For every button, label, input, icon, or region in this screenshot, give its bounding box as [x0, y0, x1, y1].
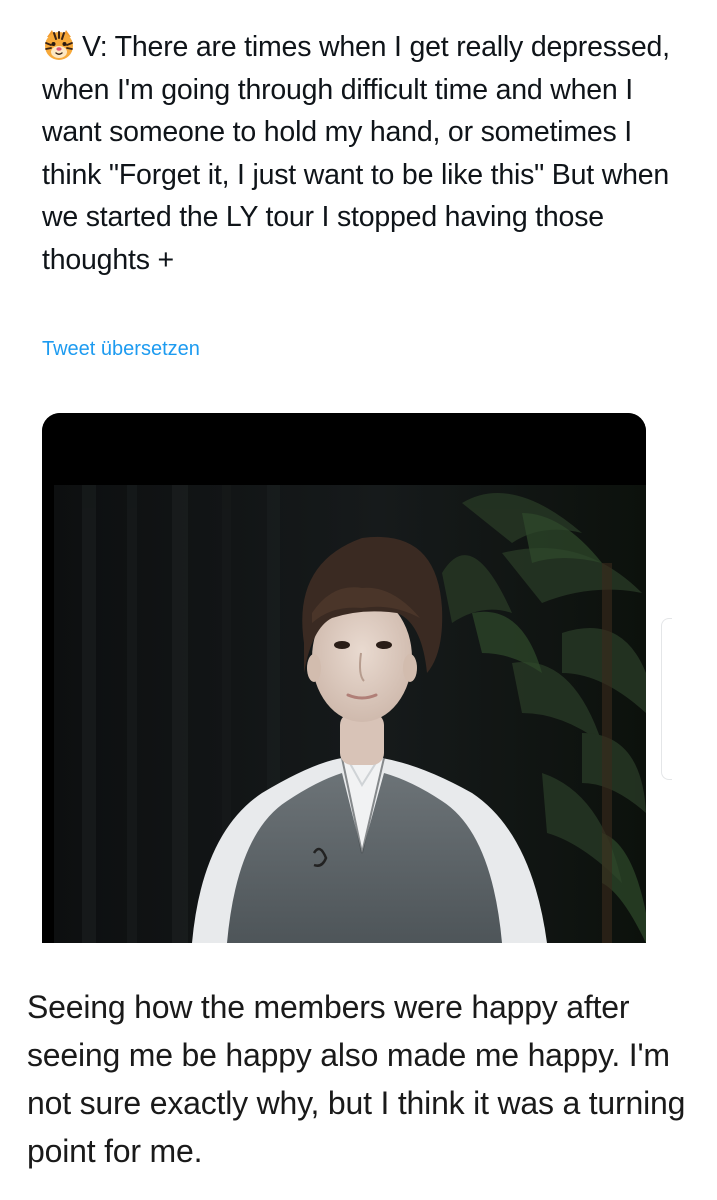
tweet-media-video[interactable]	[42, 413, 646, 943]
video-still-image	[42, 413, 646, 943]
tweet-body: : There are times when I get really depr…	[42, 31, 670, 276]
tiger-face-icon	[42, 28, 76, 62]
translate-tweet-link[interactable]: Tweet übersetzen	[42, 338, 200, 361]
right-edge-handle	[661, 618, 672, 780]
tweet-speaker: V	[82, 31, 100, 63]
tweet-text: V: There are times when I get really dep…	[42, 26, 682, 281]
video-caption: Seeing how the members were happy after …	[27, 989, 686, 1169]
